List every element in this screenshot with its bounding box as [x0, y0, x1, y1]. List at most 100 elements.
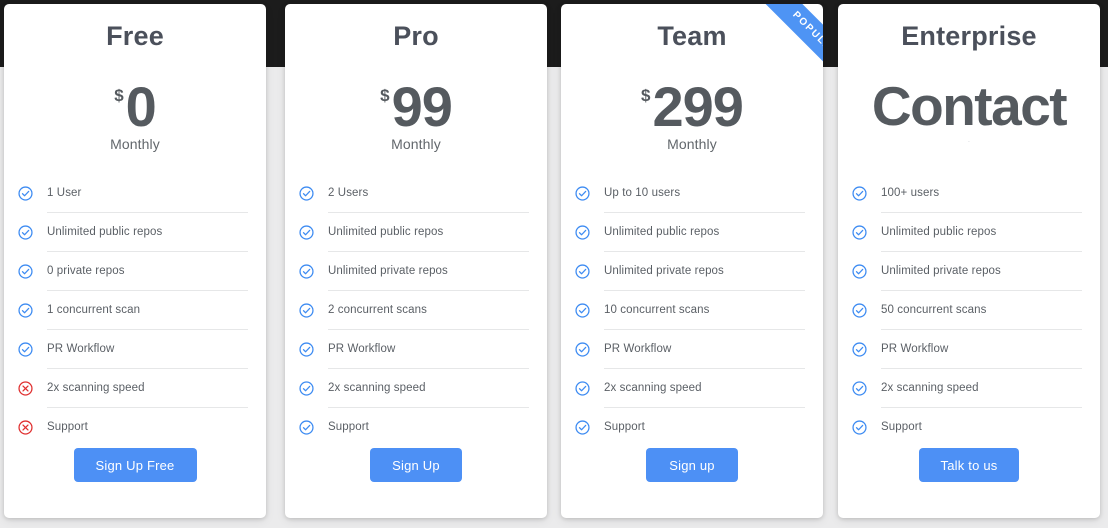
check-circle-icon — [18, 303, 33, 318]
check-circle-icon — [852, 264, 867, 279]
price-currency-symbol: $ — [114, 85, 124, 105]
feature-row: 10 concurrent scans — [575, 291, 805, 330]
feature-label: Unlimited public repos — [881, 226, 997, 239]
feature-row: 1 concurrent scan — [18, 291, 248, 330]
feature-label: PR Workflow — [47, 343, 115, 356]
check-circle-icon — [299, 264, 314, 279]
price-currency-symbol: $ — [641, 85, 651, 105]
feature-list: 2 Users Unlimited public repos Unlimited p… — [299, 174, 529, 447]
feature-label: 1 User — [47, 187, 82, 200]
plan-title-enterprise: Enterprise — [901, 21, 1037, 51]
plan-price-row: Contact — [838, 74, 1100, 137]
check-circle-icon — [575, 264, 590, 279]
feature-row: Unlimited private repos — [299, 252, 529, 291]
check-circle-icon — [299, 420, 314, 435]
feature-label: Support — [328, 421, 369, 434]
feature-label: Unlimited public repos — [328, 226, 444, 239]
feature-list: 100+ users Unlimited public repos Unlimite… — [852, 174, 1082, 447]
plan-price-row: $0 — [4, 74, 266, 138]
plan-title-free: Free — [106, 21, 164, 51]
check-circle-icon — [299, 186, 314, 201]
feature-row: 100+ users — [852, 174, 1082, 213]
plan-title-pro: Pro — [393, 21, 439, 51]
check-circle-icon — [852, 186, 867, 201]
feature-label: 2x scanning speed — [328, 382, 426, 395]
plan-price-block: $299 Monthly — [561, 74, 823, 158]
check-circle-icon — [299, 225, 314, 240]
feature-label: Unlimited private repos — [604, 265, 724, 278]
feature-row: Support — [852, 408, 1082, 447]
cta-button-free[interactable]: Sign Up Free — [73, 448, 197, 482]
cta-container: Sign Up Free — [4, 448, 266, 482]
check-circle-icon — [299, 303, 314, 318]
feature-label: Unlimited private repos — [328, 265, 448, 278]
feature-row: 50 concurrent scans — [852, 291, 1082, 330]
feature-row: Unlimited public repos — [852, 213, 1082, 252]
feature-row: PR Workflow — [575, 330, 805, 369]
plan-price-block: Contact - — [838, 74, 1100, 158]
check-circle-icon — [18, 342, 33, 357]
cta-button-enterprise[interactable]: Talk to us — [918, 448, 1020, 482]
feature-list: Up to 10 users Unlimited public repos Unli… — [575, 174, 805, 447]
feature-row: 2 concurrent scans — [299, 291, 529, 330]
cta-button-team[interactable]: Sign up — [646, 448, 738, 482]
feature-row: 2x scanning speed — [575, 369, 805, 408]
cta-button-pro[interactable]: Sign Up — [370, 448, 462, 482]
feature-label: 100+ users — [881, 187, 940, 200]
feature-label: 2x scanning speed — [881, 382, 979, 395]
price-period: Monthly — [391, 135, 441, 152]
check-circle-icon — [575, 381, 590, 396]
feature-row: 0 private repos — [18, 252, 248, 291]
check-circle-icon — [575, 303, 590, 318]
price-currency-symbol: $ — [380, 85, 390, 105]
feature-label: Unlimited private repos — [881, 265, 1001, 278]
cta-container: Sign Up — [285, 448, 547, 482]
feature-label: 2x scanning speed — [47, 382, 145, 395]
cta-container: Talk to us — [838, 448, 1100, 482]
feature-label: Support — [47, 421, 88, 434]
feature-row: Unlimited public repos — [575, 213, 805, 252]
check-circle-icon — [575, 225, 590, 240]
feature-row: Up to 10 users — [575, 174, 805, 213]
price-period: - — [968, 137, 970, 143]
feature-label: Support — [604, 421, 645, 434]
plan-price-block: $99 Monthly — [285, 74, 547, 158]
feature-row: Support — [18, 408, 248, 447]
feature-row: PR Workflow — [852, 330, 1082, 369]
plan-price-row: $299 — [561, 74, 823, 138]
feature-row: 2x scanning speed — [18, 369, 248, 408]
check-circle-icon — [299, 342, 314, 357]
check-circle-icon — [18, 225, 33, 240]
feature-label: PR Workflow — [604, 343, 672, 356]
feature-row: Unlimited private repos — [575, 252, 805, 291]
feature-row: 1 User — [18, 174, 248, 213]
feature-row: PR Workflow — [299, 330, 529, 369]
plan-title-team: Team — [657, 21, 727, 51]
price-amount: 299 — [652, 74, 744, 138]
check-circle-icon — [852, 381, 867, 396]
feature-row: 2x scanning speed — [299, 369, 529, 408]
feature-label: 50 concurrent scans — [881, 304, 987, 317]
check-circle-icon — [852, 342, 867, 357]
feature-label: PR Workflow — [328, 343, 396, 356]
plan-price-block: $0 Monthly — [4, 74, 266, 158]
price-period: Monthly — [667, 135, 717, 152]
feature-label: Support — [881, 421, 922, 434]
check-circle-icon — [18, 264, 33, 279]
pricing-card-team: POPULAR Team $299 Monthly Up to 10 users Unli… — [561, 4, 823, 518]
feature-row: 2x scanning speed — [852, 369, 1082, 408]
plan-price-row: $99 — [285, 74, 547, 138]
feature-row: Unlimited private repos — [852, 252, 1082, 291]
feature-row: Unlimited public repos — [299, 213, 529, 252]
price-amount: Contact — [871, 74, 1068, 137]
pricing-card-grid: Free $0 Monthly 1 User Unlimited public repo… — [0, 0, 1108, 528]
price-period: Monthly — [110, 135, 160, 152]
check-circle-icon — [575, 420, 590, 435]
price-amount: 0 — [125, 74, 157, 138]
feature-label: 2x scanning speed — [604, 382, 702, 395]
feature-row: 2 Users — [299, 174, 529, 213]
pricing-card-enterprise: Enterprise Contact - 100+ users Unlimited pu… — [838, 4, 1100, 518]
feature-row: Support — [575, 408, 805, 447]
check-circle-icon — [852, 225, 867, 240]
price-amount: 99 — [391, 74, 453, 138]
